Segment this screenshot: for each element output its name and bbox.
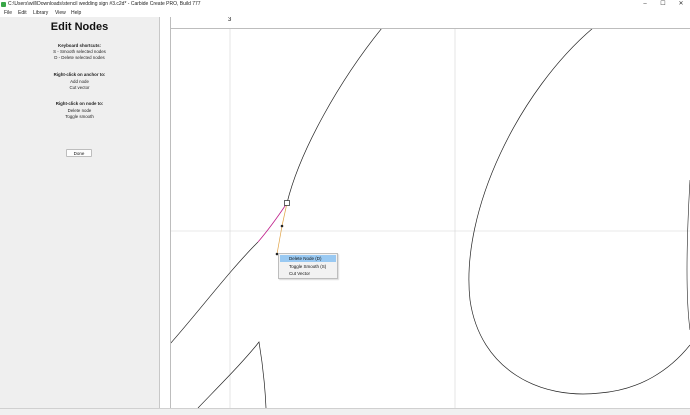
title-bar: C:\Users\will\Downloads\stencil wedding … <box>0 0 690 9</box>
menu-help[interactable]: Help <box>71 9 81 17</box>
edit-nodes-panel: Edit Nodes Keyboard shortcuts: S - Smoot… <box>0 17 160 408</box>
node-action-toggle-smooth: Toggle smooth <box>65 114 94 119</box>
panel-title: Edit Nodes <box>50 21 109 33</box>
menu-item-delete-node[interactable]: Delete Node (D) <box>280 255 336 262</box>
control-handle-line <box>276 225 283 255</box>
control-point[interactable] <box>280 224 284 228</box>
menu-edit[interactable]: Edit <box>18 9 27 17</box>
vector-path-right[interactable] <box>468 27 690 395</box>
minimize-button[interactable]: – <box>639 0 651 9</box>
vertical-ruler <box>159 17 171 408</box>
vector-path-left[interactable] <box>286 27 383 204</box>
menu-library[interactable]: Library <box>33 9 48 17</box>
close-button[interactable]: ✕ <box>675 0 687 9</box>
vector-path-lower[interactable] <box>197 341 267 409</box>
menu-item-toggle-smooth[interactable]: Toggle Smooth (S) <box>280 263 336 270</box>
horizontal-ruler: 3 <box>170 17 690 29</box>
window-title: C:\Users\will\Downloads\stencil wedding … <box>8 1 201 7</box>
shortcut-delete: D - Delete selected nodes <box>54 55 105 60</box>
anchor-action-cut-vector: Cut vector <box>69 85 90 90</box>
menu-item-cut-vector[interactable]: Cut Vector <box>280 270 336 277</box>
selected-node[interactable] <box>284 200 290 206</box>
menu-bar: File Edit Library View Help <box>0 9 690 17</box>
ruler-tick-label: 3 <box>228 17 232 23</box>
anchor-actions-title: Right-click on anchor to: <box>53 72 106 77</box>
menu-view[interactable]: View <box>55 9 66 17</box>
maximize-button[interactable]: ☐ <box>657 0 669 9</box>
done-button[interactable]: Done <box>66 149 92 157</box>
context-menu: Delete Node (D) Toggle Smooth (S) Cut Ve… <box>278 253 338 279</box>
vector-path-left-lower[interactable] <box>169 241 259 345</box>
node-actions-title: Right-click on node to: <box>55 101 104 106</box>
menu-file[interactable]: File <box>4 9 12 17</box>
app-logo-icon <box>1 2 6 7</box>
